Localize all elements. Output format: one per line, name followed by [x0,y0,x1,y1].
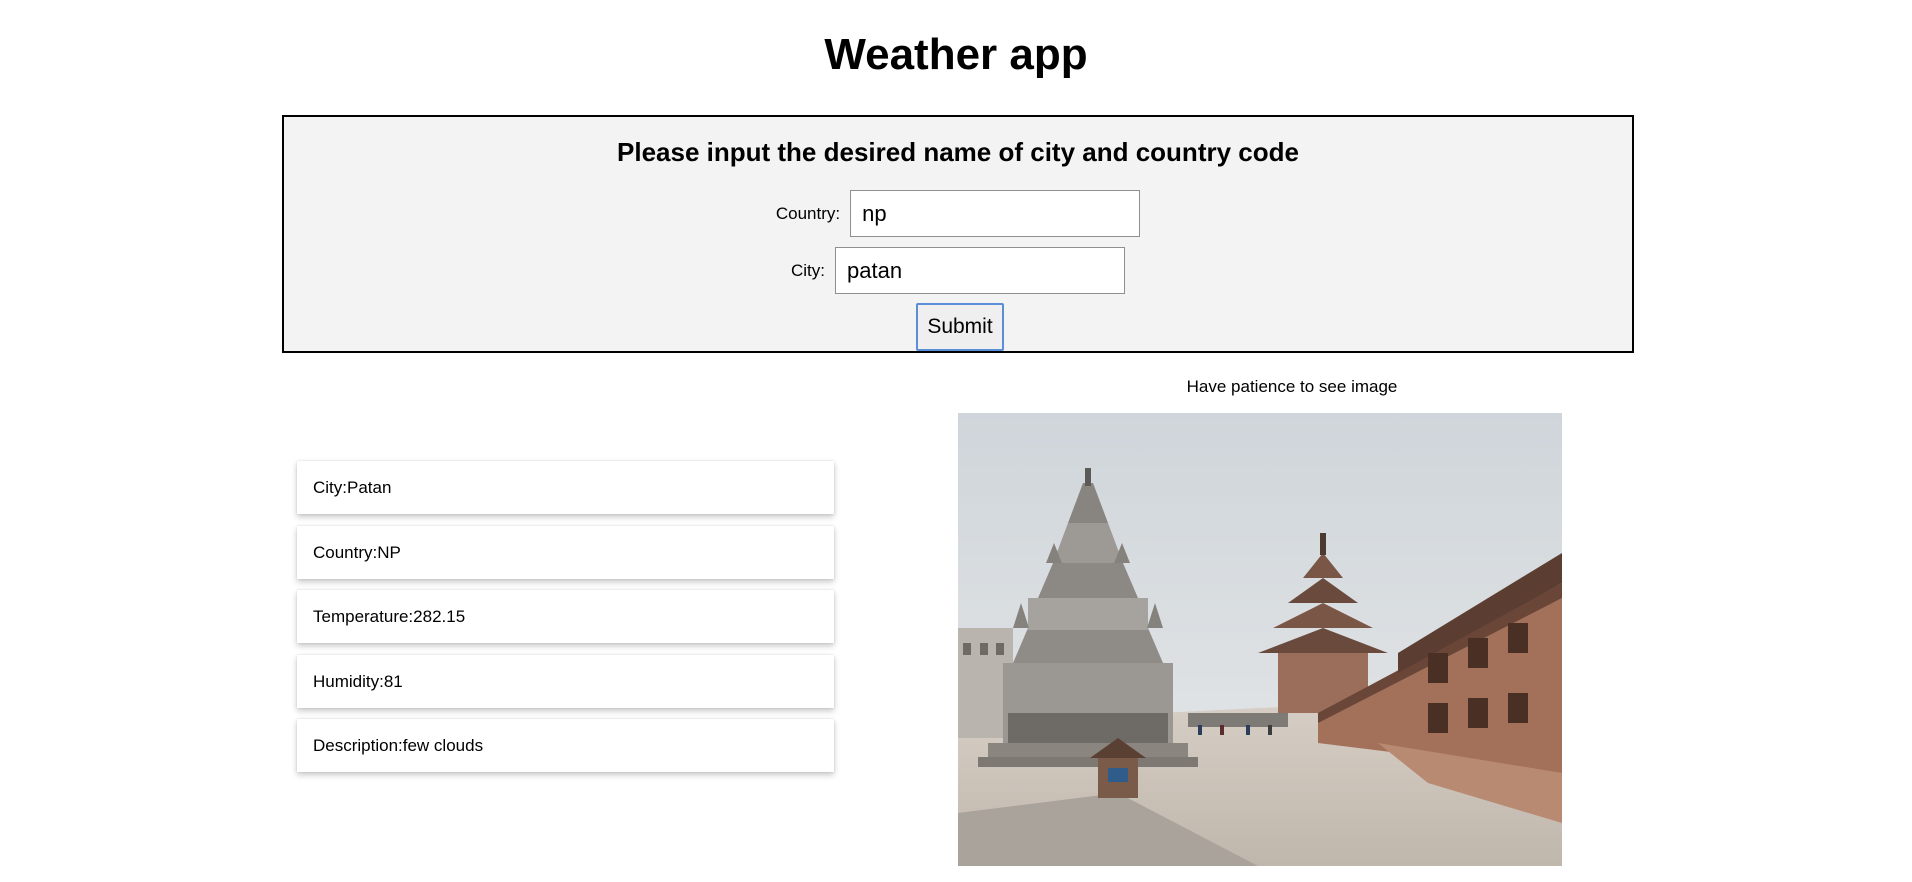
country-input[interactable] [850,190,1141,237]
result-temperature-card: Temperature:282.15 [297,590,834,643]
image-caption: Have patience to see image [1186,377,1398,396]
result-description-text: Description:few clouds [313,735,484,755]
weather-app-page: Weather app Please input the desired nam… [0,0,1912,882]
city-input[interactable] [835,247,1125,294]
result-country-text: Country:NP [313,542,401,562]
result-humidity-card: Humidity:81 [297,655,834,708]
form-heading: Please input the desired name of city an… [617,137,1299,167]
result-city-text: City:Patan [313,477,392,497]
city-label: City: [791,260,825,280]
city-country-form: Please input the desired name of city an… [282,115,1634,353]
result-city-card: City:Patan [297,461,834,514]
submit-button[interactable]: Submit [916,303,1004,351]
result-country-card: Country:NP [297,526,834,579]
result-humidity-text: Humidity:81 [313,671,403,691]
page-title: Weather app [824,30,1088,79]
country-label: Country: [775,203,841,223]
city-row: City: [284,247,1632,294]
country-row: Country: [284,190,1632,237]
city-photo [958,413,1562,866]
result-temperature-text: Temperature:282.15 [313,606,466,626]
result-description-card: Description:few clouds [297,719,834,772]
